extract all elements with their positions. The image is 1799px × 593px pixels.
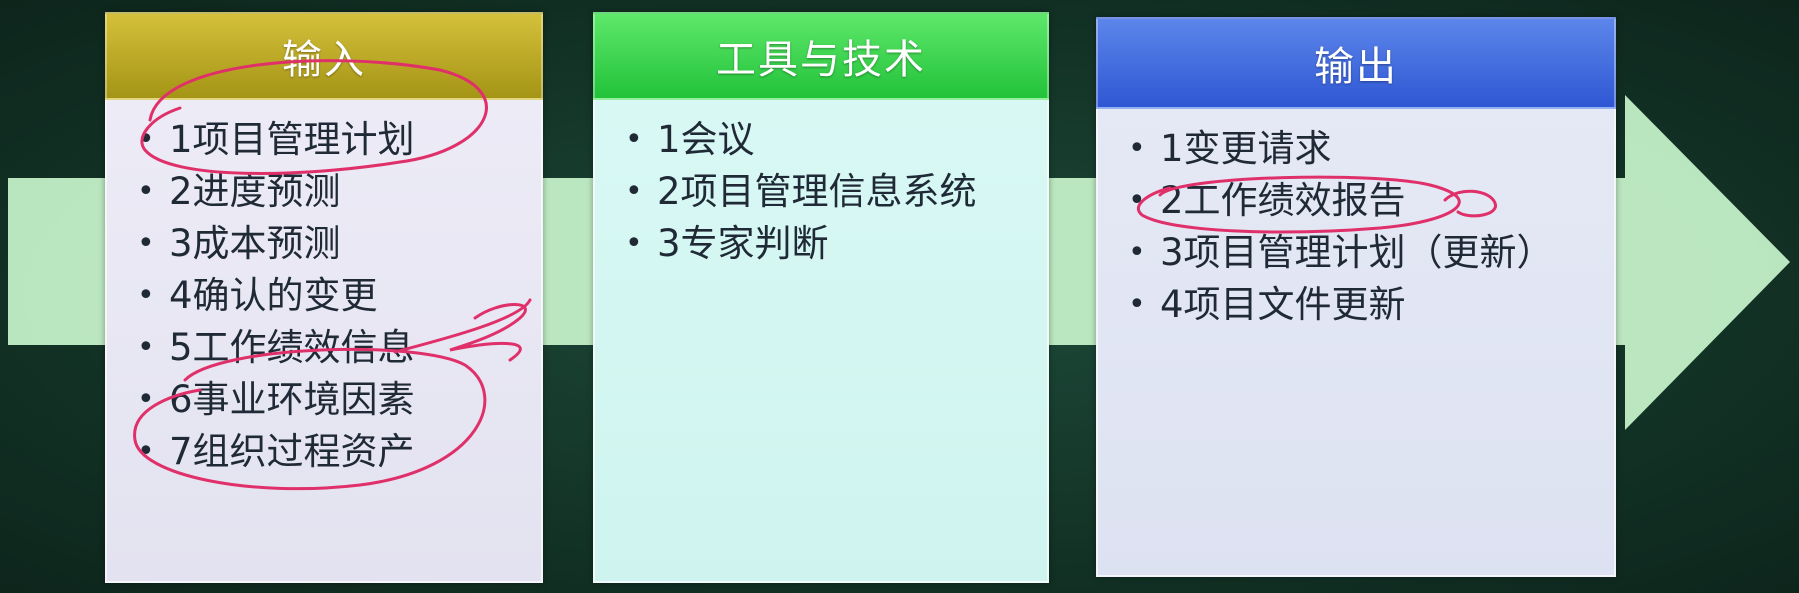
- list-item: • 3项目管理计划（更新）: [1128, 227, 1614, 279]
- bullet: •: [1128, 287, 1146, 322]
- list-item: • 5工作绩效信息: [137, 322, 541, 374]
- list-item: • 7组织过程资产: [137, 426, 541, 478]
- list-item-text: 3专家判断: [657, 222, 829, 265]
- list-item-text: 5工作绩效信息: [169, 326, 415, 369]
- bullet: •: [137, 174, 155, 209]
- output-panel-title: 输出: [1096, 17, 1616, 109]
- input-panel-body: • 1项目管理计划 • 2进度预测 • 3成本预测 • 4确认的变更 • 5工作绩效信息 …: [105, 100, 543, 583]
- list-item-text: 1会议: [657, 118, 755, 161]
- bullet: •: [137, 434, 155, 469]
- list-item: • 3专家判断: [625, 218, 1047, 270]
- input-panel-title: 输入: [105, 12, 543, 100]
- list-item-text: 4确认的变更: [169, 274, 378, 317]
- list-item-text: 2工作绩效报告: [1160, 179, 1406, 222]
- tools-panel-title: 工具与技术: [593, 12, 1049, 100]
- list-item-text: 7组织过程资产: [169, 430, 415, 473]
- tools-list: • 1会议 • 2项目管理信息系统 • 3专家判断: [595, 114, 1047, 270]
- output-panel: 输出 • 1变更请求 • 2工作绩效报告 • 3项目管理计划（更新） • 4项目文件更新: [1096, 17, 1616, 577]
- bullet: •: [625, 122, 643, 157]
- input-list: • 1项目管理计划 • 2进度预测 • 3成本预测 • 4确认的变更 • 5工作绩效信息 …: [107, 114, 541, 478]
- list-item: • 4确认的变更: [137, 270, 541, 322]
- list-item: • 1项目管理计划: [137, 114, 541, 166]
- bullet: •: [137, 330, 155, 365]
- bullet: •: [1128, 235, 1146, 270]
- tools-panel: 工具与技术 • 1会议 • 2项目管理信息系统 • 3专家判断: [593, 12, 1049, 583]
- list-item-text: 1项目管理计划: [169, 118, 415, 161]
- bullet: •: [1128, 183, 1146, 218]
- list-item-text: 3项目管理计划（更新）: [1160, 231, 1554, 274]
- list-item: • 4项目文件更新: [1128, 279, 1614, 331]
- list-item-text: 2项目管理信息系统: [657, 170, 977, 213]
- list-item: • 2工作绩效报告: [1128, 175, 1614, 227]
- list-item: • 6事业环境因素: [137, 374, 541, 426]
- bullet: •: [137, 226, 155, 261]
- list-item-text: 2进度预测: [169, 170, 341, 213]
- list-item-text: 1变更请求: [1160, 127, 1332, 170]
- bullet: •: [1128, 131, 1146, 166]
- list-item-text: 4项目文件更新: [1160, 283, 1406, 326]
- list-item: • 2进度预测: [137, 166, 541, 218]
- list-item: • 2项目管理信息系统: [625, 166, 1047, 218]
- list-item: • 3成本预测: [137, 218, 541, 270]
- bullet: •: [137, 278, 155, 313]
- bullet: •: [625, 226, 643, 261]
- output-panel-body: • 1变更请求 • 2工作绩效报告 • 3项目管理计划（更新） • 4项目文件更新: [1096, 109, 1616, 577]
- list-item: • 1会议: [625, 114, 1047, 166]
- output-list: • 1变更请求 • 2工作绩效报告 • 3项目管理计划（更新） • 4项目文件更新: [1098, 123, 1614, 331]
- list-item-text: 3成本预测: [169, 222, 341, 265]
- bullet: •: [137, 382, 155, 417]
- input-panel: 输入 • 1项目管理计划 • 2进度预测 • 3成本预测 • 4确认的变更 • 5工作绩效…: [105, 12, 543, 583]
- list-item: • 1变更请求: [1128, 123, 1614, 175]
- bullet: •: [625, 174, 643, 209]
- tools-panel-body: • 1会议 • 2项目管理信息系统 • 3专家判断: [593, 100, 1049, 583]
- list-item-text: 6事业环境因素: [169, 378, 415, 421]
- bullet: •: [137, 122, 155, 157]
